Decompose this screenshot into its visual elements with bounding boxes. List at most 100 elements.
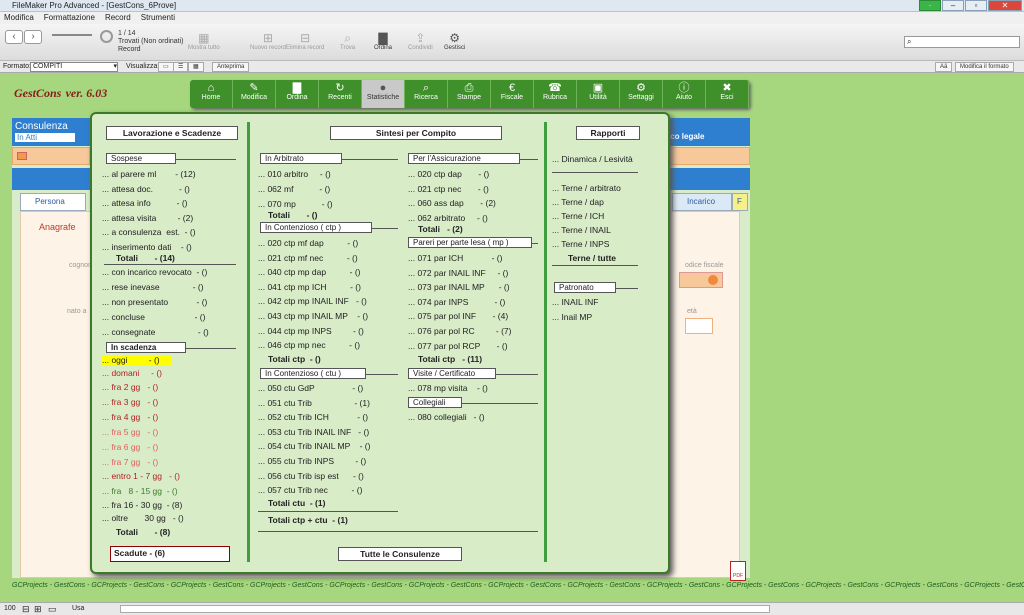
next-record-button[interactable]: ›	[24, 30, 42, 44]
eta-field[interactable]	[685, 318, 713, 334]
list-item[interactable]: ... non presentato - ()	[102, 297, 207, 308]
list-item[interactable]: ... 062 mf - ()	[258, 184, 330, 195]
list-item[interactable]: ... attesa visita - (2)	[102, 213, 193, 224]
list-item[interactable]: ... 042 ctp mp INAIL INF - ()	[258, 296, 367, 307]
sort-button[interactable]: ▇ Ordina	[374, 32, 392, 52]
list-item[interactable]: ... oltre 30 gg - ()	[102, 513, 184, 524]
maximize-button[interactable]: ▫	[965, 0, 987, 11]
list-item[interactable]: ... entro 1 - 7 gg - ()	[102, 471, 180, 482]
menu-modifica[interactable]: Modifica	[4, 12, 34, 24]
list-item[interactable]: ... 044 ctp mp INPS - ()	[258, 326, 364, 337]
list-item[interactable]: ... a consulenza est. - ()	[102, 227, 196, 238]
horizontal-scrollbar[interactable]	[120, 605, 770, 613]
list-item[interactable]: ... fra 8 - 15 gg - ()	[102, 486, 178, 497]
list-item[interactable]: ... Terne / ICH	[552, 211, 604, 222]
zoom-level[interactable]: 100	[4, 603, 16, 615]
list-item[interactable]: ... con incarico revocato - ()	[102, 267, 207, 278]
nav-rubrica-button[interactable]: ☎ Rubrica	[534, 80, 577, 108]
nav-stampe-button[interactable]: ⎙ Stampe	[448, 80, 491, 108]
find-button[interactable]: ⌕ Trova	[340, 32, 355, 52]
record-marker[interactable]	[17, 152, 27, 160]
prev-record-button[interactable]: ‹	[5, 30, 23, 44]
nav-ordina-button[interactable]: ▇ Ordina	[276, 80, 319, 108]
list-item[interactable]: ... 073 par INAIL MP - ()	[408, 282, 510, 293]
list-item[interactable]: ... rese inevase - ()	[102, 282, 204, 293]
show-all-button[interactable]: ▦ Mostra tutto	[188, 32, 220, 52]
list-item[interactable]: ... 051 ctu Trib - (1)	[258, 398, 370, 409]
list-item[interactable]: ... fra 7 gg - ()	[102, 457, 158, 468]
list-item[interactable]: ... 057 ctu Trib nec - ()	[258, 485, 362, 496]
nav-ricerca-button[interactable]: ⌕ Ricerca	[405, 80, 448, 108]
nav-modifica-button[interactable]: ✎ Modifica	[233, 80, 276, 108]
nav-esci-button[interactable]: ✖ Esci	[706, 80, 749, 108]
dinamica-link[interactable]: ... Dinamica / Lesività	[552, 154, 633, 165]
nav-home-button[interactable]: ⌂ Home	[190, 80, 233, 108]
tab-incarico[interactable]: Incarico	[672, 193, 732, 211]
visite-row[interactable]: ... 078 mp visita - ()	[408, 383, 488, 394]
menu-formattazione[interactable]: Formattazione	[44, 12, 95, 24]
list-view-button[interactable]: ☰	[173, 62, 189, 72]
list-item[interactable]: ... Terne / arbitrato	[552, 183, 621, 194]
table-view-button[interactable]: ▦	[188, 62, 204, 72]
list-item[interactable]: ... 056 ctu Trib isp est - ()	[258, 471, 364, 482]
layout-select[interactable]: COMPITI ▾	[30, 62, 118, 72]
list-item[interactable]: ... 021 ctp nec - ()	[408, 184, 489, 195]
patronato-inail-mp[interactable]: ... Inail MP	[552, 312, 592, 323]
edit-layout-button[interactable]: Modifica il formato	[955, 62, 1014, 72]
list-item[interactable]: ... attesa doc. - ()	[102, 184, 190, 195]
list-item[interactable]: ... 020 ctp dap - ()	[408, 169, 489, 180]
list-item[interactable]: ... Terne / INPS	[552, 239, 609, 250]
oggi-link[interactable]: ... oggi - ()	[102, 355, 172, 366]
close-window-button[interactable]: ✕	[988, 0, 1022, 11]
list-item[interactable]: ... 040 ctp mp dap - ()	[258, 267, 361, 278]
list-item[interactable]: ... 074 par INPS - ()	[408, 297, 505, 308]
zoom-out-icon[interactable]: ⊟	[22, 603, 30, 615]
preview-button[interactable]: Anteprima	[212, 62, 250, 72]
quick-find-input[interactable]: ⌕	[904, 36, 1020, 48]
list-item[interactable]: ... inserimento dati - ()	[102, 242, 192, 253]
help-window-button[interactable]: ·	[919, 0, 941, 11]
domani-link[interactable]: ... domani - ()	[102, 368, 162, 379]
delete-record-button[interactable]: ⊟ Elimina record	[286, 32, 324, 52]
list-item[interactable]: ... consegnate - ()	[102, 327, 209, 338]
list-item[interactable]: ... 077 par pol RCP - ()	[408, 341, 508, 352]
toggle-status-icon[interactable]: ▭	[48, 603, 57, 615]
tab-persona[interactable]: Persona	[20, 193, 86, 211]
nav-statistiche-button[interactable]: ● Statistiche	[362, 80, 405, 108]
list-item[interactable]: ... 053 ctu Trib INAIL INF - ()	[258, 427, 369, 438]
list-item[interactable]: ... 070 mp - ()	[258, 199, 333, 210]
zoom-in-icon[interactable]: ⊞	[34, 603, 42, 615]
list-item[interactable]: ... fra 4 gg - ()	[102, 412, 158, 423]
share-button[interactable]: ⇪ Condividi	[408, 32, 433, 52]
minimize-button[interactable]: –	[942, 0, 964, 11]
terne-tutte-link[interactable]: Terne / tutte	[568, 253, 616, 264]
list-item[interactable]: ... 052 ctu Trib ICH - ()	[258, 412, 368, 423]
list-item[interactable]: ... 071 par ICH - ()	[408, 253, 502, 264]
list-item[interactable]: ... 054 ctu Trib INAIL MP - ()	[258, 441, 370, 452]
nav-settaggi-button[interactable]: ⚙ Settaggi	[620, 80, 663, 108]
tutte-consulenze-button[interactable]: Tutte le Consulenze	[338, 547, 462, 561]
record-slider[interactable]	[52, 34, 92, 36]
list-item[interactable]: ... fra 3 gg - ()	[102, 397, 158, 408]
nav-aiuto-button[interactable]: ⓘ Aiuto	[663, 80, 706, 108]
scadute-button[interactable]: Scadute - (6)	[110, 546, 230, 562]
list-item[interactable]: ... al parere ml - (12)	[102, 169, 196, 180]
patronato-inail-inf[interactable]: ... INAIL INF	[552, 297, 598, 308]
list-item[interactable]: ... fra 16 - 30 gg - (8)	[102, 500, 182, 511]
form-view-button[interactable]: ▭	[158, 62, 174, 72]
nav-recenti-button[interactable]: ↻ Recenti	[319, 80, 362, 108]
list-item[interactable]: ... Terne / dap	[552, 197, 604, 208]
list-item[interactable]: ... fra 6 gg - ()	[102, 442, 158, 453]
tab-f[interactable]: F	[732, 193, 748, 211]
list-item[interactable]: ... 041 ctp mp ICH - ()	[258, 282, 361, 293]
list-item[interactable]: ... 046 ctp mp nec - ()	[258, 340, 360, 351]
list-item[interactable]: ... 060 ass dap - (2)	[408, 198, 496, 209]
new-record-button[interactable]: ⊞ Nuovo record	[250, 32, 286, 52]
list-item[interactable]: ... 075 par pol INF - (4)	[408, 311, 508, 322]
nav-utilit-button[interactable]: ▣ Utilità	[577, 80, 620, 108]
list-item[interactable]: ... 010 arbitro - ()	[258, 169, 331, 180]
manage-button[interactable]: ⚙ Gestisci	[444, 32, 465, 52]
list-item[interactable]: ... 050 ctu GdP - ()	[258, 383, 363, 394]
menu-strumenti[interactable]: Strumenti	[141, 12, 175, 24]
collegiali-row[interactable]: ... 080 collegiali - ()	[408, 412, 485, 423]
